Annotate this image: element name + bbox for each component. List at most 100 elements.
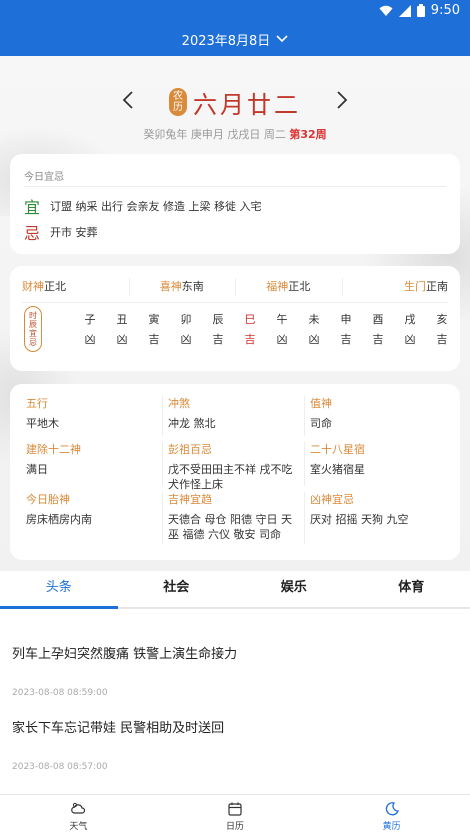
detail-cell: 建除十二神 满日 [20, 442, 162, 492]
detail-value: 天德合 母仓 阳德 守日 天巫 福德 六仪 敬安 司命 [168, 513, 292, 541]
ganzhi-text: 癸卯兔年 庚申月 戊戌日 [143, 128, 261, 141]
signal-icon [398, 4, 411, 17]
seal-char: 宜 [29, 329, 37, 338]
date-picker[interactable]: 2023年8月8日 [0, 22, 470, 56]
tab-headlines[interactable]: 头条 [0, 571, 118, 609]
seal-char: 农 [173, 91, 183, 102]
divider [24, 186, 446, 187]
detail-value: 司命 [310, 417, 332, 430]
hour-branch: 戌 [404, 313, 416, 326]
god-label: 生门 [404, 280, 426, 293]
detail-label: 二十八星宿 [310, 443, 365, 456]
hour-fortune: 凶 [84, 333, 96, 346]
lunar-seal: 农 历 [169, 88, 187, 116]
hour-item: 午凶 [266, 310, 298, 350]
hour-fortune: 吉 [340, 333, 352, 346]
detail-label: 彭祖百忌 [168, 443, 212, 456]
details-grid: 五行 平地木 冲煞 冲龙 煞北 值神 司命 建除十二神 满日 彭祖百忌 戊不受田田主不祥 戌不吃犬… [20, 396, 450, 550]
detail-value: 戊不受田田主不祥 戌不吃犬作怪上床 [168, 463, 293, 491]
detail-cell: 彭祖百忌戊不受田田主不祥 戌不吃犬作怪上床 [162, 442, 304, 492]
detail-cell: 冲煞 冲龙 煞北 [162, 396, 304, 442]
detail-label: 吉神宜趋 [168, 493, 212, 506]
hour-branch: 巳 [244, 313, 256, 326]
hour-fortune: 凶 [276, 333, 288, 346]
news-time: 2023-08-08 08:57:00 [12, 762, 108, 772]
lunar-date-row: 农 历 六月廿二 [0, 84, 470, 120]
hour-item: 酉吉 [362, 310, 394, 350]
tab-entertainment[interactable]: 娱乐 [235, 571, 353, 607]
hour-item: 申吉 [330, 310, 362, 350]
nav-label: 日历 [226, 821, 245, 832]
nav-calendar[interactable]: 日历 [157, 795, 314, 837]
hour-branch: 亥 [436, 313, 448, 326]
detail-value: 满日 [26, 463, 48, 476]
ganzhi-row: 癸卯兔年 庚申月 戊戌日 周二 第32周 [0, 126, 470, 142]
god-cell: 喜神东南 [128, 278, 236, 296]
nav-weather[interactable]: 天气 [0, 795, 157, 837]
detail-value: 厌对 招摇 天狗 九空 [310, 513, 409, 526]
god-cell: 生门正南 [341, 278, 461, 296]
news-item[interactable]: 列车上孕妇突然腹痛 铁警上演生命接力 2023-08-08 08:59:00 [12, 643, 462, 698]
moon-icon [385, 801, 399, 815]
hour-item: 戌凶 [394, 310, 426, 350]
detail-cell: 吉神宜趋天德合 母仓 阳德 守日 天巫 福德 六仪 敬安 司命 [162, 492, 304, 550]
news-headline: 家长下车忘记带娃 民警相助及时送回 [12, 721, 225, 736]
detail-value: 冲龙 煞北 [168, 417, 216, 430]
hour-branch: 子 [84, 313, 96, 326]
hour-luck-list: 子凶丑凶寅吉卯凶辰吉巳吉午凶未凶申吉酉吉戌凶亥吉 [74, 310, 458, 350]
tab-sports[interactable]: 体育 [353, 571, 470, 607]
detail-cell: 凶神宜忌 厌对 招摇 天狗 九空 [304, 492, 450, 550]
hour-item: 亥吉 [426, 310, 458, 350]
yi-row: 宜 订盟 纳采 出行 会亲友 修造 上梁 移徙 入宅 [24, 194, 261, 218]
hour-branch: 午 [276, 313, 288, 326]
detail-label: 今日胎神 [26, 493, 70, 506]
hours-card: 财神正北 喜神东南 福神正北 生门正南 时 辰 宜 忌 子凶丑凶寅吉卯凶辰吉巳吉… [10, 266, 460, 371]
nav-almanac[interactable]: 黄历 [313, 795, 470, 837]
battery-icon [416, 4, 425, 17]
hour-item: 巳吉 [234, 310, 266, 350]
detail-value: 房床栖房内南 [26, 513, 92, 526]
hour-fortune: 凶 [308, 333, 320, 346]
hour-fortune: 吉 [148, 333, 160, 346]
status-bar: 9:50 [0, 0, 470, 22]
wifi-icon [379, 5, 393, 16]
hour-fortune: 吉 [436, 333, 448, 346]
gods-row: 财神正北 喜神东南 福神正北 生门正南 [10, 278, 461, 296]
nav-label: 天气 [69, 821, 88, 832]
ji-glyph: 忌 [24, 224, 41, 243]
god-cell: 财神正北 [10, 278, 129, 294]
current-date: 2023年8月8日 [181, 33, 271, 49]
calendar-icon [228, 802, 242, 816]
news-time: 2023-08-08 08:59:00 [12, 688, 108, 698]
details-card: 五行 平地木 冲煞 冲龙 煞北 值神 司命 建除十二神 满日 彭祖百忌 戊不受田田主不祥 戌不吃犬… [10, 384, 460, 560]
seal-char: 忌 [29, 338, 37, 347]
prev-day-button[interactable] [113, 87, 143, 117]
weekday: 周二 [263, 128, 286, 141]
hour-branch: 寅 [148, 313, 160, 326]
detail-label: 五行 [26, 397, 48, 410]
yi-glyph: 宜 [24, 198, 41, 217]
god-label: 喜神 [159, 280, 182, 293]
status-time: 9:50 [430, 3, 460, 18]
seal-char: 历 [173, 102, 183, 113]
nav-label: 黄历 [382, 821, 401, 832]
hour-branch: 申 [340, 313, 352, 326]
yi-text: 订盟 纳采 出行 会亲友 修造 上梁 移徙 入宅 [50, 200, 262, 213]
hour-item: 寅吉 [138, 310, 170, 350]
detail-cell: 今日胎神房床栖房内南 [20, 492, 162, 550]
week-number: 第32周 [289, 128, 327, 141]
hour-item: 丑凶 [106, 310, 138, 350]
yiji-card: 今日宜忌 宜 订盟 纳采 出行 会亲友 修造 上梁 移徙 入宅 忌 开市 安葬 [10, 154, 460, 254]
chevron-down-icon [276, 32, 288, 46]
hour-fortune: 吉 [372, 333, 384, 346]
detail-value: 平地木 [26, 417, 59, 430]
god-label: 福神 [266, 280, 289, 293]
tab-society[interactable]: 社会 [118, 571, 236, 607]
detail-label: 冲煞 [168, 397, 190, 410]
god-value: 东南 [181, 280, 204, 293]
detail-value: 室火猪宿星 [310, 463, 365, 476]
news-item[interactable]: 家长下车忘记带娃 民警相助及时送回 2023-08-08 08:57:00 [12, 717, 462, 772]
hour-branch: 未 [308, 313, 320, 326]
next-day-button[interactable] [327, 87, 357, 117]
hour-fortune: 凶 [180, 333, 192, 346]
